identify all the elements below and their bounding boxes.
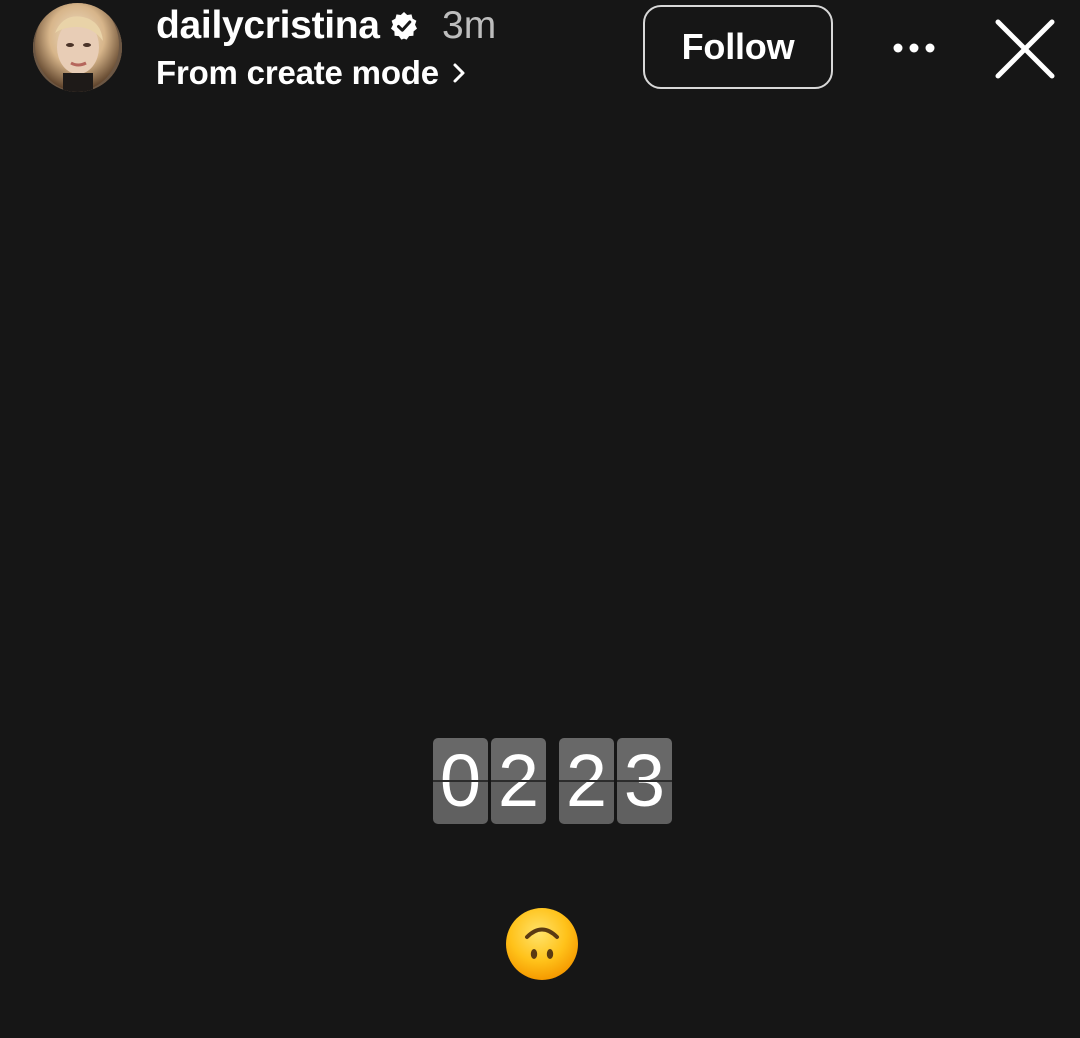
countdown-clock[interactable]: 0 2 2 3 [433, 738, 675, 824]
more-options-icon [893, 43, 935, 53]
countdown-digit: 3 [617, 738, 672, 824]
countdown-digit: 2 [559, 738, 614, 824]
close-icon [995, 19, 1055, 79]
create-mode-label: From create mode [156, 54, 439, 91]
follow-button[interactable]: Follow [643, 5, 833, 89]
story-header: dailycristina 3m From create mode Follow [0, 0, 1080, 110]
username[interactable]: dailycristina [156, 3, 380, 49]
create-mode-link[interactable]: From create mode [156, 52, 469, 94]
more-options-button[interactable] [886, 28, 942, 68]
timestamp: 3m [442, 4, 497, 47]
upside-down-face-emoji [505, 907, 579, 981]
close-button[interactable] [990, 14, 1060, 84]
verified-badge-icon [389, 11, 419, 41]
countdown-digit: 2 [491, 738, 546, 824]
avatar-image [33, 3, 122, 92]
countdown-digit: 0 [433, 738, 488, 824]
avatar[interactable] [33, 3, 122, 92]
chevron-right-icon [453, 63, 465, 83]
